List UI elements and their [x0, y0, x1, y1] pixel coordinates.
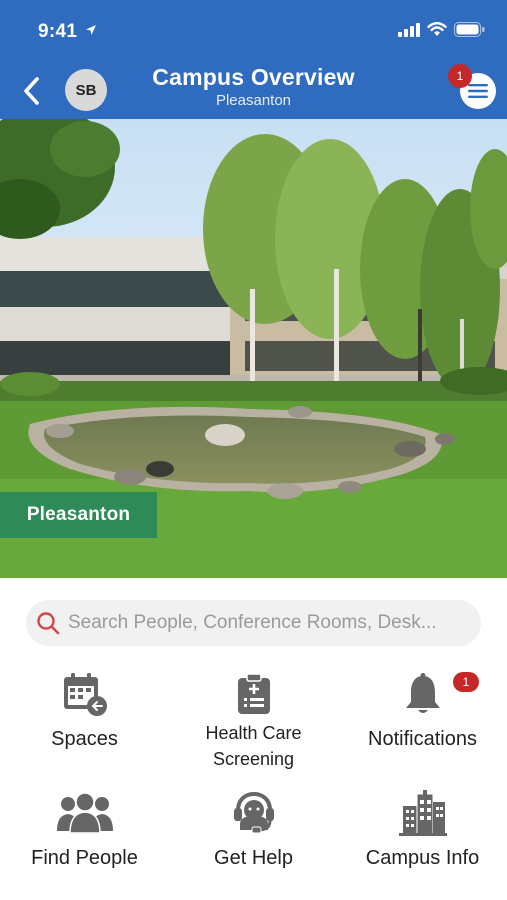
- menu-icon: [468, 84, 488, 98]
- search-input[interactable]: [68, 612, 473, 634]
- cellular-signal-icon: [398, 22, 420, 37]
- status-time: 9:41: [38, 21, 97, 43]
- people-icon: [56, 792, 113, 834]
- notifications-tile[interactable]: Notifications: [338, 668, 507, 752]
- campus-info-tile[interactable]: Campus Info: [338, 787, 507, 871]
- get-help-tile[interactable]: Get Help: [169, 787, 338, 871]
- spaces-tile[interactable]: Spaces: [0, 668, 169, 752]
- menu-badge-count: 1: [456, 69, 464, 83]
- headset-icon: [233, 791, 274, 834]
- health-care-label-line2: Screening: [212, 749, 295, 769]
- campus-photo: Pleasanton: [0, 119, 507, 578]
- location-arrow-icon: [85, 25, 96, 35]
- campus-name-tag: Pleasanton: [0, 492, 157, 538]
- notifications-label: Notifications: [368, 728, 477, 750]
- find-people-label: Find People: [31, 847, 138, 869]
- campus-info-label: Campus Info: [365, 847, 480, 869]
- health-care-screening-tile[interactable]: Health Care Screening: [169, 668, 338, 772]
- get-help-label: Get Help: [214, 847, 293, 869]
- title-block: Campus Overview Pleasanton: [0, 64, 507, 109]
- notifications-badge-count: 1: [462, 675, 470, 689]
- calendar-icon: [63, 673, 107, 716]
- campus-name-text: Pleasanton: [26, 504, 131, 525]
- building-icon: [398, 790, 447, 836]
- wifi-icon: [427, 22, 447, 36]
- notifications-badge: 1: [453, 672, 479, 692]
- battery-icon: [454, 22, 485, 37]
- page-subtitle: Pleasanton: [215, 92, 292, 109]
- status-icons: [398, 22, 485, 37]
- page-title: Campus Overview: [152, 64, 355, 90]
- search-bar[interactable]: [26, 600, 481, 646]
- search-icon: [37, 612, 60, 635]
- find-people-tile[interactable]: Find People: [0, 787, 169, 871]
- app-header: 9:41 SB Campus Overview Pleasanton 1: [0, 0, 507, 119]
- clipboard-icon: [237, 673, 270, 714]
- status-time-text: 9:41: [38, 21, 78, 42]
- health-care-label-line1: Health Care: [205, 723, 302, 743]
- menu-notification-badge: 1: [448, 64, 472, 88]
- bell-icon: [405, 673, 440, 713]
- spaces-label: Spaces: [51, 728, 118, 750]
